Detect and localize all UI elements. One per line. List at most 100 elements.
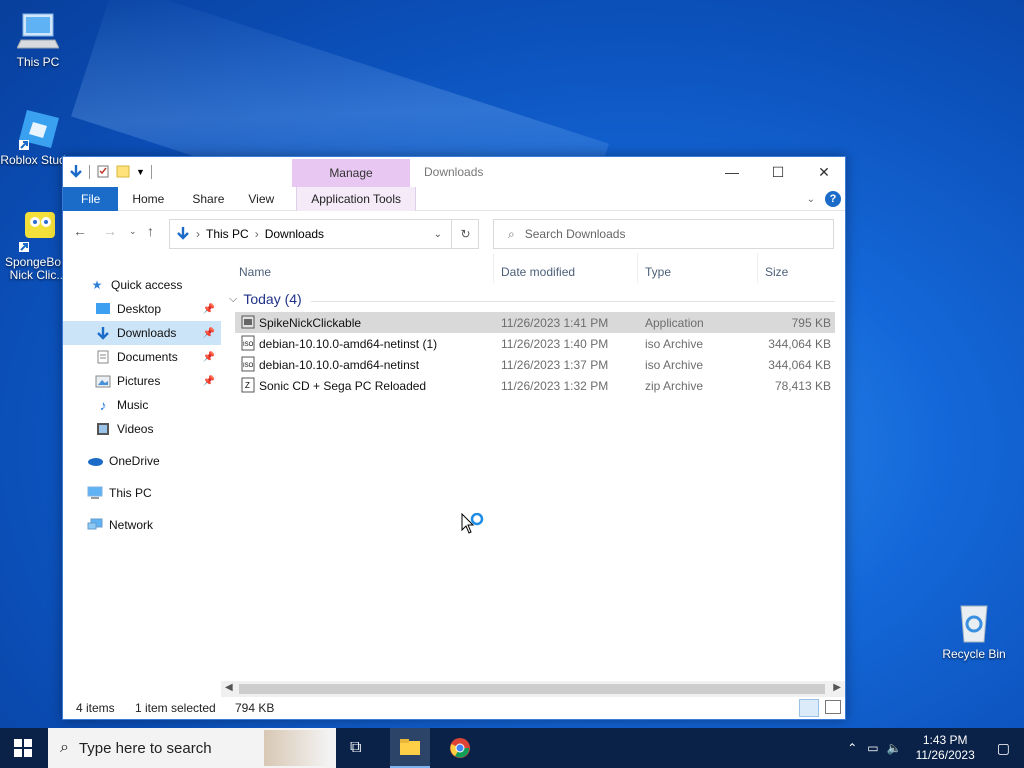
- task-view-icon[interactable]: ⧉: [350, 739, 361, 757]
- group-header-today[interactable]: ⌵ Today (4): [229, 291, 302, 307]
- refresh-icon: ↻: [460, 227, 471, 241]
- file-name: debian-10.10.0-amd64-netinst (1): [259, 336, 438, 351]
- scrollbar-thumb[interactable]: [239, 684, 825, 694]
- document-icon: [95, 349, 111, 365]
- minimize-button[interactable]: —: [709, 157, 755, 187]
- show-hidden-icons-icon[interactable]: ⌃: [847, 741, 857, 755]
- large-icons-view-icon[interactable]: [825, 700, 841, 714]
- nav-downloads[interactable]: Downloads 📌: [63, 321, 221, 345]
- nav-network[interactable]: Network: [63, 513, 221, 537]
- file-explorer-window: ▼ Manage Downloads — ☐ ✕ File Home Share…: [62, 156, 846, 720]
- details-view-icon[interactable]: [799, 699, 819, 717]
- forward-arrow-icon[interactable]: →: [103, 223, 117, 239]
- new-folder-icon[interactable]: [116, 164, 130, 181]
- nav-quick-access[interactable]: ★ Quick access: [63, 273, 221, 297]
- tab-view[interactable]: View: [238, 187, 282, 211]
- nav-desktop[interactable]: Desktop 📌: [63, 297, 221, 321]
- column-header-name[interactable]: Name: [239, 265, 271, 279]
- tab-share[interactable]: Share: [176, 187, 238, 211]
- taskbar-search-box[interactable]: ⌕ Type here to search: [48, 728, 336, 768]
- pin-icon[interactable]: 📌: [203, 328, 215, 339]
- clock[interactable]: 1:43 PM 11/26/2023: [916, 733, 975, 763]
- help-icon[interactable]: ?: [825, 191, 841, 207]
- tab-file[interactable]: File: [63, 187, 119, 211]
- properties-icon[interactable]: [96, 164, 110, 181]
- pictures-icon: [95, 373, 111, 389]
- window-title: Downloads: [424, 165, 484, 179]
- column-header-size[interactable]: Size: [765, 265, 788, 279]
- manage-contextual-tab[interactable]: Manage: [292, 159, 410, 187]
- zip-file-icon: Z: [241, 377, 255, 393]
- scroll-left-icon[interactable]: ◀: [225, 682, 233, 693]
- network-icon: [87, 517, 103, 533]
- desktop-icon-this-pc[interactable]: This PC: [0, 10, 76, 69]
- computer-icon: [87, 485, 103, 501]
- file-row[interactable]: Z Sonic CD + Sega PC Reloaded 11/26/2023…: [235, 375, 835, 396]
- downloads-folder-icon: [176, 226, 190, 243]
- close-button[interactable]: ✕: [801, 157, 847, 187]
- file-row[interactable]: ISO debian-10.10.0-amd64-netinst 11/26/2…: [235, 354, 835, 375]
- chevron-down-icon[interactable]: ▼: [136, 167, 145, 177]
- busy-cursor-icon: [461, 512, 487, 540]
- file-row[interactable]: SpikeNickClickable 11/26/2023 1:41 PM Ap…: [235, 312, 835, 333]
- network-status-icon[interactable]: ▭: [867, 741, 878, 755]
- scroll-right-icon[interactable]: ▶: [833, 682, 841, 693]
- pin-icon[interactable]: 📌: [203, 376, 215, 387]
- column-divider[interactable]: [637, 253, 638, 283]
- breadcrumb-downloads[interactable]: Downloads: [265, 227, 324, 241]
- down-arrow-icon[interactable]: [69, 164, 83, 181]
- pin-icon[interactable]: 📌: [203, 352, 215, 363]
- column-header-type[interactable]: Type: [645, 265, 671, 279]
- chrome-taskbar-icon[interactable]: [440, 728, 480, 768]
- recent-locations-chevron-icon[interactable]: ⌄: [129, 226, 137, 237]
- up-arrow-icon[interactable]: ↑: [147, 223, 154, 239]
- tab-home[interactable]: Home: [118, 187, 176, 211]
- breadcrumb-chevron-icon: ›: [254, 227, 259, 241]
- nav-label: Network: [109, 518, 154, 532]
- start-button[interactable]: [14, 739, 32, 760]
- nav-documents[interactable]: Documents 📌: [63, 345, 221, 369]
- status-size: 794 KB: [235, 701, 275, 715]
- file-size: 344,064 KB: [768, 336, 831, 351]
- file-row[interactable]: ISO debian-10.10.0-amd64-netinst (1) 11/…: [235, 333, 835, 354]
- windows-logo-icon: [14, 739, 32, 757]
- column-divider[interactable]: [757, 253, 758, 283]
- desktop-icon-label: This PC: [16, 55, 60, 69]
- search-highlight-image[interactable]: [264, 730, 330, 766]
- file-type: iso Archive: [645, 336, 704, 351]
- ribbon-tabs: File Home Share View Application Tools ⌄…: [63, 187, 845, 211]
- volume-muted-icon[interactable]: 🔈: [887, 741, 902, 755]
- tab-application-tools[interactable]: Application Tools: [296, 187, 417, 211]
- address-dropdown-icon[interactable]: ⌄: [434, 229, 442, 240]
- videos-icon: [95, 421, 111, 437]
- back-arrow-icon[interactable]: ←: [73, 223, 87, 239]
- nav-videos[interactable]: Videos: [63, 417, 221, 441]
- column-header-date[interactable]: Date modified: [501, 265, 575, 279]
- computer-icon: [16, 10, 60, 52]
- nav-pictures[interactable]: Pictures 📌: [63, 369, 221, 393]
- column-divider[interactable]: [493, 253, 494, 283]
- ribbon-right-controls: ⌄ ?: [807, 191, 841, 207]
- divider: [89, 165, 90, 179]
- search-input[interactable]: ⌕ Search Downloads: [493, 219, 834, 249]
- nav-onedrive[interactable]: OneDrive: [63, 449, 221, 473]
- breadcrumb-this-pc[interactable]: This PC: [206, 227, 249, 241]
- nav-this-pc[interactable]: This PC: [63, 481, 221, 505]
- nav-label: This PC: [109, 486, 152, 500]
- search-placeholder: Search Downloads: [524, 227, 626, 241]
- search-icon: ⌕: [60, 739, 69, 756]
- address-bar[interactable]: › This PC › Downloads ⌄: [169, 219, 479, 249]
- svg-text:Z: Z: [245, 381, 250, 390]
- file-size: 344,064 KB: [768, 357, 831, 372]
- desktop-icon-recycle-bin[interactable]: Recycle Bin: [936, 602, 1012, 661]
- pin-icon[interactable]: 📌: [203, 304, 215, 315]
- refresh-button[interactable]: ↻: [451, 219, 479, 249]
- file-explorer-taskbar-icon[interactable]: [390, 728, 430, 768]
- svg-text:ISO: ISO: [243, 342, 254, 348]
- maximize-button[interactable]: ☐: [755, 157, 801, 187]
- horizontal-scrollbar[interactable]: ◀ ▶: [221, 681, 845, 697]
- notifications-icon[interactable]: ▢: [997, 740, 1010, 757]
- taskbar-search-placeholder: Type here to search: [78, 739, 212, 757]
- expand-ribbon-icon[interactable]: ⌄: [807, 194, 815, 205]
- nav-music[interactable]: ♪ Music: [63, 393, 221, 417]
